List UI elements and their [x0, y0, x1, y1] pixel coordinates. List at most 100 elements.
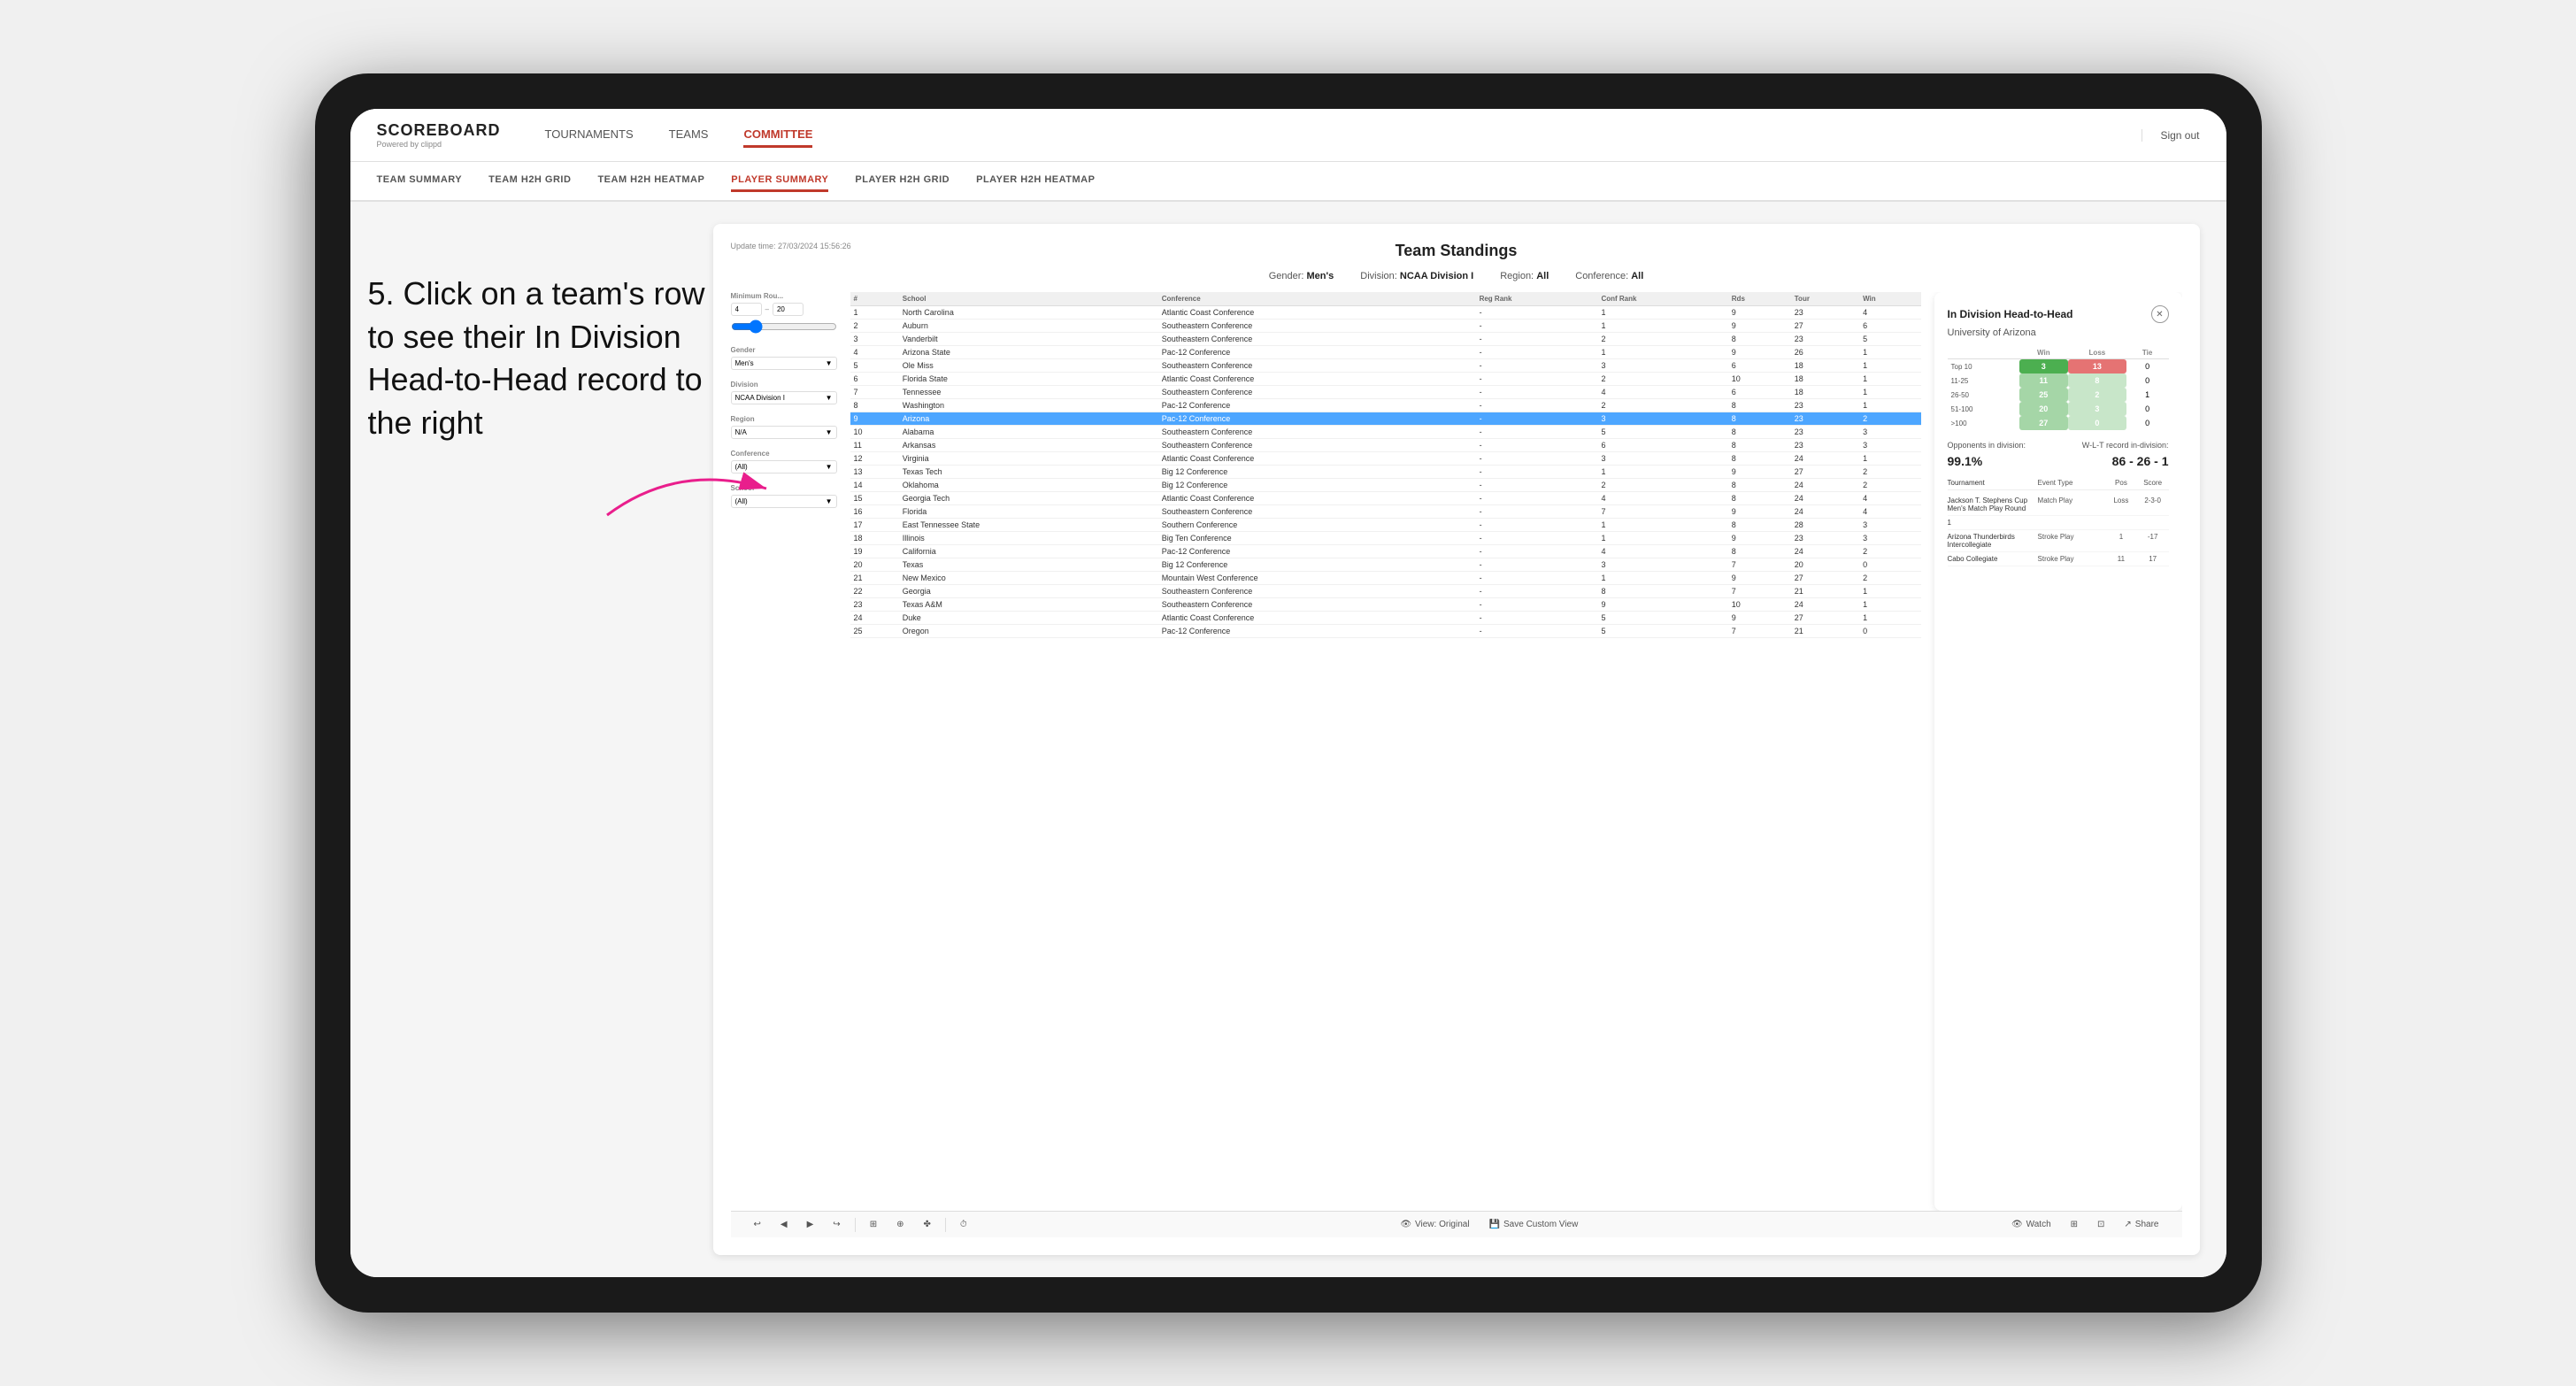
table-row[interactable]: 10 Alabama Southeastern Conference - 5 8… [850, 426, 1921, 439]
save-custom-button[interactable]: 💾 Save Custom View [1484, 1217, 1584, 1232]
cell-school: Illinois [899, 532, 1158, 545]
layout-button[interactable]: ⊞ [2065, 1217, 2083, 1232]
cell-win: 3 [1859, 426, 1920, 439]
tournament-row-2[interactable]: 1 [1948, 516, 2169, 530]
subnav-player-h2h-heatmap[interactable]: PLAYER H2H HEATMAP [976, 170, 1095, 192]
step-forward-button[interactable]: ▶ [802, 1217, 819, 1232]
table-row[interactable]: 9 Arizona Pac-12 Conference - 3 8 23 2 [850, 412, 1921, 426]
top-nav-links: TOURNAMENTS TEAMS COMMITTEE [545, 123, 2142, 148]
tournament-2-name: 1 [1948, 519, 2038, 527]
table-row[interactable]: 13 Texas Tech Big 12 Conference - 1 9 27… [850, 466, 1921, 479]
zoom-button[interactable]: ⊕ [891, 1217, 909, 1232]
step-back-button[interactable]: ◀ [775, 1217, 793, 1232]
cell-rds: 8 [1728, 545, 1791, 558]
table-row[interactable]: 18 Illinois Big Ten Conference - 1 9 23 … [850, 532, 1921, 545]
cell-win: 2 [1859, 572, 1920, 585]
nav-teams[interactable]: TEAMS [669, 123, 709, 148]
cell-tour: 23 [1791, 426, 1859, 439]
h2h-panel: In Division Head-to-Head ✕ University of… [1934, 292, 2182, 1211]
tournament-3-score: -17 [2137, 533, 2169, 549]
min-rounds-label: Minimum Rou... [731, 292, 837, 300]
cell-school: New Mexico [899, 572, 1158, 585]
table-row[interactable]: 11 Arkansas Southeastern Conference - 6 … [850, 439, 1921, 452]
undo-button[interactable]: ↩ [749, 1217, 766, 1232]
toolbar-divider-2 [945, 1218, 946, 1232]
view-original-label: View: Original [1415, 1220, 1470, 1229]
subnav-team-h2h-grid[interactable]: TEAM H2H GRID [488, 170, 571, 192]
panel-filters: Gender: Men's Division: NCAA Division I … [731, 271, 2182, 281]
cell-reg-rank: - [1476, 359, 1598, 373]
pan-button[interactable]: ✤ [918, 1217, 935, 1232]
watch-button[interactable]: 👁 Watch [2006, 1217, 2057, 1232]
rounds-slider[interactable] [731, 320, 837, 334]
gender-select[interactable]: Men's ▼ [731, 357, 837, 370]
table-row[interactable]: 4 Arizona State Pac-12 Conference - 1 9 … [850, 346, 1921, 359]
subnav-team-summary[interactable]: TEAM SUMMARY [377, 170, 463, 192]
nav-tournaments[interactable]: TOURNAMENTS [545, 123, 634, 148]
nav-committee[interactable]: COMMITTEE [743, 123, 812, 148]
table-row[interactable]: 16 Florida Southeastern Conference - 7 9… [850, 505, 1921, 519]
table-row[interactable]: 17 East Tennessee State Southern Confere… [850, 519, 1921, 532]
standings-table-container: # School Conference Reg Rank Conf Rank R… [850, 292, 1921, 1211]
table-row[interactable]: 8 Washington Pac-12 Conference - 2 8 23 … [850, 399, 1921, 412]
region-select[interactable]: N/A ▼ [731, 426, 837, 439]
crop-button[interactable]: ⊞ [865, 1217, 882, 1232]
table-row[interactable]: 3 Vanderbilt Southeastern Conference - 2… [850, 333, 1921, 346]
zoom-fit-button[interactable]: ⊡ [2092, 1217, 2110, 1232]
table-row[interactable]: 5 Ole Miss Southeastern Conference - 3 6… [850, 359, 1921, 373]
cell-tour: 20 [1791, 558, 1859, 572]
table-row[interactable]: 20 Texas Big 12 Conference - 3 7 20 0 [850, 558, 1921, 572]
cell-school: Duke [899, 612, 1158, 625]
cell-reg-rank: - [1476, 572, 1598, 585]
cell-tour: 24 [1791, 492, 1859, 505]
subnav-player-h2h-grid[interactable]: PLAYER H2H GRID [855, 170, 950, 192]
cell-rds: 9 [1728, 320, 1791, 333]
cell-school: Oregon [899, 625, 1158, 638]
table-row[interactable]: 2 Auburn Southeastern Conference - 1 9 2… [850, 320, 1921, 333]
table-row[interactable]: 15 Georgia Tech Atlantic Coast Conferenc… [850, 492, 1921, 505]
cell-rds: 7 [1728, 585, 1791, 598]
table-row[interactable]: 6 Florida State Atlantic Coast Conferenc… [850, 373, 1921, 386]
table-row[interactable]: 19 California Pac-12 Conference - 4 8 24… [850, 545, 1921, 558]
h2h-cell-tie: 0 [2126, 402, 2169, 416]
table-row[interactable]: 12 Virginia Atlantic Coast Conference - … [850, 452, 1921, 466]
redo-button[interactable]: ↪ [827, 1217, 845, 1232]
table-row[interactable]: 21 New Mexico Mountain West Conference -… [850, 572, 1921, 585]
tournament-1-pos: Loss [2105, 497, 2137, 512]
cell-num: 22 [850, 585, 899, 598]
table-row[interactable]: 1 North Carolina Atlantic Coast Conferen… [850, 306, 1921, 320]
cell-conf-rank: 2 [1597, 399, 1727, 412]
share-button[interactable]: ↗ Share [2118, 1217, 2164, 1232]
h2h-close-button[interactable]: ✕ [2151, 305, 2169, 323]
cell-tour: 24 [1791, 598, 1859, 612]
tournament-row-1[interactable]: Jackson T. Stephens Cup Men's Match Play… [1948, 494, 2169, 516]
tournament-row-4[interactable]: Cabo Collegiate Stroke Play 11 17 [1948, 552, 2169, 566]
h2h-cell-loss: 2 [2068, 388, 2126, 402]
cell-reg-rank: - [1476, 426, 1598, 439]
table-row[interactable]: 14 Oklahoma Big 12 Conference - 2 8 24 2 [850, 479, 1921, 492]
division-select[interactable]: NCAA Division I ▼ [731, 391, 837, 404]
tournament-2-pos [2105, 519, 2137, 527]
tournament-row-3[interactable]: Arizona Thunderbirds Intercollegiate Str… [1948, 530, 2169, 552]
cell-num: 21 [850, 572, 899, 585]
table-row[interactable]: 22 Georgia Southeastern Conference - 8 7… [850, 585, 1921, 598]
h2h-cell-label: 11-25 [1948, 373, 2019, 388]
filter-range: – [731, 303, 837, 316]
h2h-table-row: 51-100 20 3 0 [1948, 402, 2169, 416]
sign-out-button[interactable]: Sign out [2142, 129, 2199, 142]
view-original-button[interactable]: 👁 View: Original [1395, 1217, 1474, 1232]
cell-conference: Atlantic Coast Conference [1158, 373, 1476, 386]
table-row[interactable]: 24 Duke Atlantic Coast Conference - 5 9 … [850, 612, 1921, 625]
clock-button[interactable]: ⏱ [955, 1217, 973, 1232]
table-row[interactable]: 7 Tennessee Southeastern Conference - 4 … [850, 386, 1921, 399]
subnav-player-summary[interactable]: PLAYER SUMMARY [731, 170, 828, 192]
table-row[interactable]: 23 Texas A&M Southeastern Conference - 9… [850, 598, 1921, 612]
cell-win: 0 [1859, 625, 1920, 638]
subnav-team-h2h-heatmap[interactable]: TEAM H2H HEATMAP [597, 170, 704, 192]
max-rounds-input[interactable] [773, 303, 804, 316]
col-conf-rank: Conf Rank [1597, 292, 1727, 306]
h2h-opponents: Opponents in division: W-L-T record in-d… [1948, 441, 2169, 450]
table-row[interactable]: 25 Oregon Pac-12 Conference - 5 7 21 0 [850, 625, 1921, 638]
col-school: School [899, 292, 1158, 306]
filters-panel: Minimum Rou... – Gender Men's [731, 292, 837, 1211]
